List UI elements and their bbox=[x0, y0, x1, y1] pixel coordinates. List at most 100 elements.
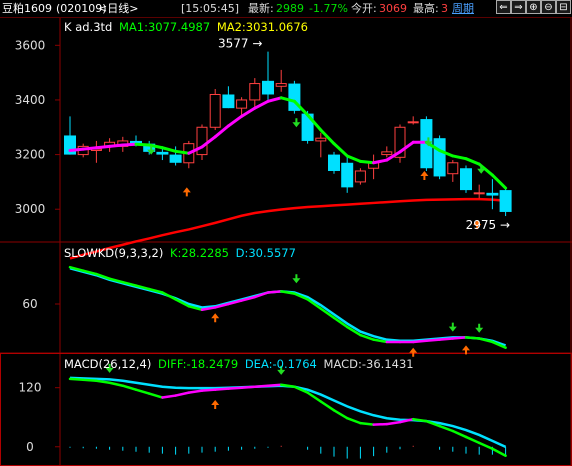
ma1-segment bbox=[160, 146, 178, 153]
ma1-readout: MA1:3077.4987 bbox=[118, 20, 211, 34]
diff-line-segment bbox=[240, 385, 257, 389]
candle-body bbox=[407, 121, 419, 124]
ma1-segment bbox=[451, 154, 468, 161]
ma1-segment bbox=[108, 143, 125, 148]
period-label[interactable]: <日线> bbox=[98, 0, 138, 17]
diff-line-segment bbox=[95, 379, 111, 385]
candle-body bbox=[315, 137, 327, 142]
low-annotation: 2975 → bbox=[466, 218, 510, 232]
ma1-segment bbox=[121, 142, 138, 147]
candle-body bbox=[169, 154, 182, 163]
ma1-segment bbox=[226, 114, 244, 128]
diff-line-segment bbox=[187, 389, 204, 394]
chart-area[interactable]: 3000 3200 3400 3600 3577 → 2975 → 60 0 120 bbox=[0, 18, 572, 466]
candle-body bbox=[249, 83, 261, 101]
main-panel-label: K ad.3td bbox=[64, 20, 113, 34]
main-panel-header: K ad.3td MA1:3077.4987 MA2:3031.0676 bbox=[64, 20, 308, 34]
price-tick-label: 3600 bbox=[15, 38, 46, 52]
candle-body bbox=[341, 162, 354, 188]
diff-line-segment bbox=[108, 381, 125, 387]
k-line-segment bbox=[438, 337, 455, 341]
candle-body bbox=[196, 126, 208, 156]
symbol-name: 豆粕1609 bbox=[2, 2, 52, 15]
scroll-left-button[interactable]: ⇐ bbox=[496, 0, 511, 14]
ma1-segment bbox=[332, 142, 349, 158]
price-tick-label: 3200 bbox=[15, 148, 46, 162]
ma2-readout: MA2:3031.0676 bbox=[216, 20, 308, 34]
diff-line-segment bbox=[319, 400, 336, 412]
diff-readout: DIFF:-18.2479 bbox=[158, 357, 239, 371]
macd-buy-arrow bbox=[211, 400, 220, 409]
candle-body bbox=[447, 162, 459, 175]
k-line-segment bbox=[477, 337, 494, 344]
kd-tick-label: 60 bbox=[22, 297, 37, 311]
d-readout: D:30.5577 bbox=[235, 246, 296, 260]
price-tick-label: 3000 bbox=[15, 202, 46, 216]
ma1-segment bbox=[134, 142, 151, 147]
dea-readout: DEA:-0.1764 bbox=[244, 357, 317, 371]
kd-buy-arrow bbox=[409, 347, 418, 357]
kd-sell-arrow bbox=[448, 322, 457, 332]
candle-body bbox=[499, 190, 512, 212]
ma1-segment bbox=[266, 96, 283, 103]
ma1-segment bbox=[253, 99, 270, 110]
diff-line-segment bbox=[345, 416, 362, 425]
ma1-segment bbox=[240, 106, 257, 118]
diff-line-segment bbox=[174, 391, 191, 397]
macd-panel-label: MACD(26,12,4) bbox=[64, 357, 152, 371]
macd-tick-label: 0 bbox=[26, 440, 34, 454]
sell-signal-arrow bbox=[292, 118, 301, 128]
ma1-segment bbox=[345, 154, 362, 163]
buy-signal-arrow bbox=[420, 170, 429, 180]
diff-line-segment bbox=[477, 441, 494, 450]
price-tick-label: 3400 bbox=[15, 93, 46, 107]
high-annotation: 3577 → bbox=[218, 37, 262, 51]
candle-body bbox=[236, 99, 248, 109]
zoom-in-button[interactable]: ⊕ bbox=[526, 0, 541, 14]
ma1-segment bbox=[174, 149, 191, 155]
diff-line-segment bbox=[134, 388, 151, 395]
candle-body bbox=[275, 83, 287, 87]
zoom-out-button[interactable]: ⊖ bbox=[541, 0, 556, 14]
open-label: 今开: bbox=[351, 2, 377, 15]
candle-body bbox=[209, 93, 221, 128]
price-change: -1.77% bbox=[309, 2, 348, 15]
diff-line-segment bbox=[332, 409, 349, 420]
k-line-segment bbox=[161, 291, 177, 301]
high-price: 3 bbox=[441, 2, 448, 15]
k-line-segment bbox=[266, 290, 283, 294]
k-line-segment bbox=[464, 336, 481, 340]
sell-signal-arrow bbox=[477, 164, 486, 174]
timestamp: [15:05:45] bbox=[181, 2, 239, 15]
title-bar: 豆粕1609 (020109) <日线> [15:05:45] 最新: 2989… bbox=[0, 0, 572, 18]
diff-line-segment bbox=[68, 377, 85, 382]
diff-line-segment bbox=[200, 388, 217, 392]
candle-body bbox=[354, 170, 366, 183]
scroll-right-button[interactable]: ⇒ bbox=[511, 0, 526, 14]
macd-panel: 0 120 bbox=[19, 363, 507, 459]
weekly-link[interactable]: 周期 bbox=[452, 0, 474, 17]
ma1-segment bbox=[68, 147, 85, 152]
diff-line-segment bbox=[213, 387, 230, 391]
ma1-segment bbox=[490, 173, 508, 190]
latest-price: 2989 bbox=[276, 2, 304, 15]
candle-body bbox=[486, 192, 499, 196]
open-price: 3069 bbox=[379, 2, 407, 15]
macd-tick-label: 120 bbox=[19, 381, 42, 395]
diff-line-segment bbox=[491, 447, 507, 458]
kd-panel-header: SLOWKD(9,3,3,2) K:28.2285 D:30.5577 bbox=[64, 246, 296, 260]
candle-body bbox=[262, 80, 274, 95]
k-line-segment bbox=[425, 338, 441, 343]
high-label: 最高: bbox=[413, 2, 439, 15]
d-line bbox=[69, 267, 507, 347]
kd-panel-label: SLOWKD(9,3,3,2) bbox=[64, 246, 164, 260]
latest-label: 最新: bbox=[248, 2, 274, 15]
ma1-segment bbox=[319, 128, 336, 146]
layout-button[interactable]: ⊟ bbox=[556, 0, 571, 14]
macd-readout: MACD:-36.1431 bbox=[323, 357, 414, 371]
ma1-segment bbox=[372, 158, 389, 165]
kd-buy-arrow bbox=[211, 313, 220, 323]
diff-line-segment bbox=[81, 378, 98, 383]
ma1-segment bbox=[464, 157, 481, 166]
diff-line-segment bbox=[227, 386, 243, 390]
